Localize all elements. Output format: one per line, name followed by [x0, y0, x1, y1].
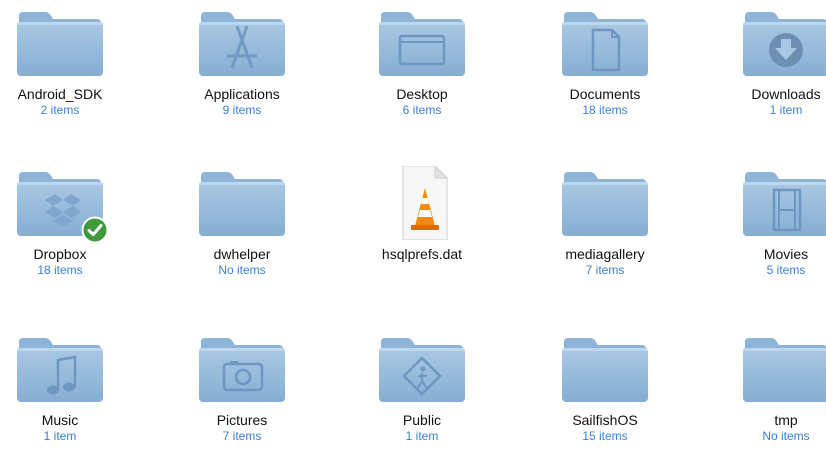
- file-item-name[interactable]: Public: [347, 412, 497, 429]
- file-item[interactable]: tmp No items: [711, 332, 826, 443]
- folder-icon[interactable]: [197, 166, 287, 240]
- file-item[interactable]: Pictures 7 items: [167, 332, 317, 443]
- file-item[interactable]: Desktop 6 items: [347, 6, 497, 117]
- file-item-name[interactable]: Desktop: [347, 86, 497, 103]
- file-item-name[interactable]: tmp: [711, 412, 826, 429]
- file-item[interactable]: SailfishOS 15 items: [530, 332, 680, 443]
- file-item-name[interactable]: Dropbox: [0, 246, 135, 263]
- file-item-name[interactable]: Applications: [167, 86, 317, 103]
- file-item[interactable]: Applications 9 items: [167, 6, 317, 117]
- music-folder-icon[interactable]: [15, 332, 105, 406]
- file-item-name[interactable]: hsqlprefs.dat: [347, 246, 497, 263]
- file-item[interactable]: Movies 5 items: [711, 166, 826, 277]
- file-item-count: 7 items: [585, 263, 625, 277]
- pictures-folder-icon[interactable]: [197, 332, 287, 406]
- file-item-count: 18 items: [37, 263, 83, 277]
- applications-folder-icon[interactable]: [197, 6, 287, 80]
- file-item-name[interactable]: dwhelper: [167, 246, 317, 263]
- file-item-count: 5 items: [766, 263, 806, 277]
- folder-icon[interactable]: [560, 166, 650, 240]
- file-item-count: 1 item: [405, 429, 439, 443]
- finder-icon-grid: Android_SDK 2 items Applications 9 items Des…: [0, 0, 826, 456]
- downloads-folder-icon[interactable]: [741, 6, 826, 80]
- file-item-count: 1 item: [769, 103, 803, 117]
- folder-icon[interactable]: [15, 6, 105, 80]
- file-item[interactable]: Public 1 item: [347, 332, 497, 443]
- file-item-name[interactable]: Movies: [711, 246, 826, 263]
- file-item-count: No items: [762, 429, 810, 443]
- file-item-count: 1 item: [43, 429, 77, 443]
- file-item-name[interactable]: Android_SDK: [0, 86, 135, 103]
- file-item-count: No items: [218, 263, 266, 277]
- file-item[interactable]: dwhelper No items: [167, 166, 317, 277]
- documents-folder-icon[interactable]: [560, 6, 650, 80]
- dropbox-folder-icon[interactable]: [15, 166, 109, 244]
- file-item[interactable]: mediagallery 7 items: [530, 166, 680, 277]
- file-item-count: 6 items: [402, 103, 442, 117]
- file-item-name[interactable]: Pictures: [167, 412, 317, 429]
- folder-icon[interactable]: [741, 332, 826, 406]
- file-item[interactable]: Music 1 item: [0, 332, 135, 443]
- file-item-name[interactable]: mediagallery: [530, 246, 680, 263]
- desktop-folder-icon[interactable]: [377, 6, 467, 80]
- file-item[interactable]: Android_SDK 2 items: [0, 6, 135, 117]
- public-folder-icon[interactable]: [377, 332, 467, 406]
- file-item-count: 18 items: [582, 103, 628, 117]
- vlc-file-icon[interactable]: [377, 166, 467, 240]
- file-item[interactable]: hsqlprefs.dat: [347, 166, 497, 263]
- file-item-count: 7 items: [222, 429, 262, 443]
- folder-icon[interactable]: [560, 332, 650, 406]
- sync-checkmark-icon: [81, 216, 109, 244]
- file-item-name[interactable]: Music: [0, 412, 135, 429]
- file-item-count: 15 items: [582, 429, 628, 443]
- file-item[interactable]: Dropbox 18 items: [0, 166, 135, 277]
- file-item[interactable]: Documents 18 items: [530, 6, 680, 117]
- file-item-count: 2 items: [40, 103, 80, 117]
- file-item-name[interactable]: SailfishOS: [530, 412, 680, 429]
- file-item-count: 9 items: [222, 103, 262, 117]
- movies-folder-icon[interactable]: [741, 166, 826, 240]
- file-item[interactable]: Downloads 1 item: [711, 6, 826, 117]
- file-item-name[interactable]: Downloads: [711, 86, 826, 103]
- file-item-name[interactable]: Documents: [530, 86, 680, 103]
